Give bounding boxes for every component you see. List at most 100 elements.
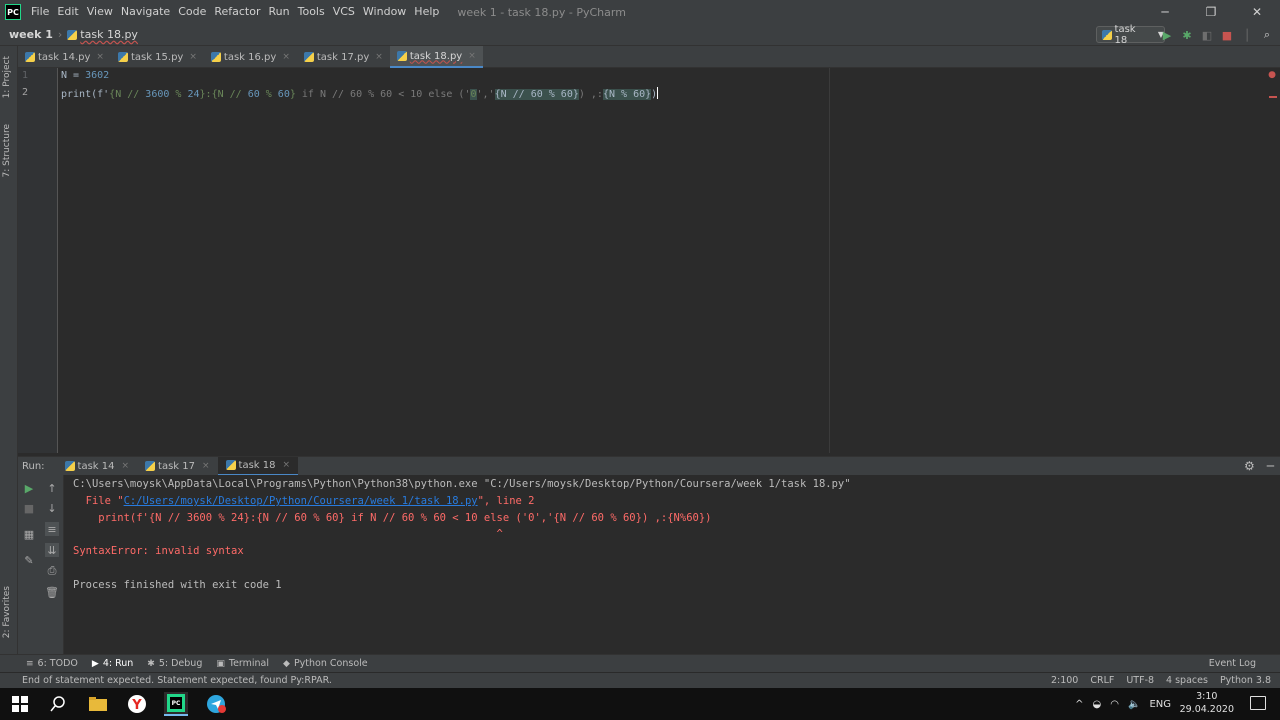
pycharm-logo-icon[interactable]: PC bbox=[5, 4, 21, 20]
windows-start-icon[interactable] bbox=[8, 692, 32, 716]
scroll-up-icon[interactable]: ↑ bbox=[45, 481, 59, 495]
run-tab-task-17[interactable]: task 17 × bbox=[137, 457, 218, 476]
status-message: End of statement expected. Statement exp… bbox=[22, 675, 332, 686]
clock[interactable]: 3:10 29.04.2020 bbox=[1180, 690, 1234, 716]
tab-task-18[interactable]: task 18.py × bbox=[389, 46, 483, 68]
search-icon[interactable] bbox=[46, 692, 70, 716]
menu-vcs[interactable]: VCS bbox=[329, 0, 359, 24]
close-tab-icon[interactable]: × bbox=[282, 52, 290, 62]
python-file-icon bbox=[396, 51, 407, 61]
menu-run[interactable]: Run bbox=[265, 0, 294, 24]
python-config-icon bbox=[1102, 29, 1112, 40]
rerun-icon[interactable]: ▶ bbox=[22, 481, 36, 495]
console-exit-message: Process finished with exit code 1 bbox=[73, 579, 282, 591]
debug-icon[interactable]: ✱ bbox=[1180, 28, 1194, 42]
file-encoding[interactable]: UTF-8 bbox=[1126, 675, 1154, 686]
run-panel-header: Run: task 14 × task 17 × task 18 × ⚙ ─ bbox=[18, 456, 1280, 476]
python-file-icon bbox=[210, 52, 221, 62]
menu-refactor[interactable]: Refactor bbox=[210, 0, 264, 24]
run-configuration-select[interactable]: task 18 ▼ bbox=[1096, 24, 1165, 46]
structure-tool-button[interactable]: 7: Structure bbox=[2, 124, 12, 178]
search-icon[interactable]: ⌕ bbox=[1260, 28, 1274, 42]
pycharm-taskbar-icon[interactable]: PC bbox=[164, 692, 188, 716]
console-file-link[interactable]: C:/Users/moysk/Desktop/Python/Coursera/w… bbox=[124, 495, 478, 507]
scroll-to-end-icon[interactable]: ⇊ bbox=[45, 543, 59, 557]
menu-view[interactable]: View bbox=[83, 0, 117, 24]
menu-edit[interactable]: Edit bbox=[53, 0, 82, 24]
layout-icon[interactable]: ▦ bbox=[22, 527, 36, 541]
code-editor[interactable]: N = 3602 print(f'{N // 3600 % 24}:{N // … bbox=[59, 68, 1280, 453]
run-tab-label: task 18 bbox=[238, 459, 276, 471]
stop-icon[interactable]: ■ bbox=[22, 501, 36, 515]
favorites-tool-button[interactable]: 2: Favorites bbox=[2, 586, 12, 638]
clock-date: 29.04.2020 bbox=[1179, 704, 1234, 715]
tab-label: task 18.py bbox=[409, 50, 463, 62]
tab-task-16[interactable]: task 16.py × bbox=[204, 46, 297, 68]
telegram-icon[interactable] bbox=[204, 692, 228, 716]
interpreter-selector[interactable]: Python 3.8 bbox=[1220, 675, 1271, 686]
menu-code[interactable]: Code bbox=[174, 0, 210, 24]
close-tab-icon[interactable]: × bbox=[468, 51, 476, 61]
window-controls: ─ ❐ ✕ bbox=[1142, 0, 1280, 24]
tool-tab-debug[interactable]: ✱ 5: Debug bbox=[147, 658, 202, 669]
error-indicator-icon[interactable]: ● bbox=[1268, 70, 1276, 80]
tab-task-14[interactable]: task 14.py × bbox=[18, 46, 111, 68]
restore-button[interactable]: ❐ bbox=[1188, 0, 1234, 24]
close-tab-icon[interactable]: × bbox=[283, 460, 291, 470]
tool-tab-todo[interactable]: ≡ 6: TODO bbox=[26, 658, 78, 669]
console-traceback-file: File "C:/Users/moysk/Desktop/Python/Cour… bbox=[73, 495, 535, 507]
scroll-down-icon[interactable]: ↓ bbox=[45, 501, 59, 515]
minimize-button[interactable]: ─ bbox=[1142, 0, 1188, 24]
menu-navigate[interactable]: Navigate bbox=[117, 0, 174, 24]
file-explorer-icon[interactable] bbox=[86, 692, 110, 716]
breadcrumb-file[interactable]: task 18.py bbox=[80, 28, 138, 41]
language-indicator[interactable]: ENG bbox=[1149, 699, 1171, 710]
menu-tools[interactable]: Tools bbox=[294, 0, 329, 24]
run-tab-task-18[interactable]: task 18 × bbox=[217, 456, 299, 476]
pin-icon[interactable]: ✎ bbox=[22, 553, 36, 567]
event-log-button[interactable]: Event Log bbox=[1209, 658, 1256, 669]
breadcrumb-project[interactable]: week 1 bbox=[9, 28, 53, 41]
notification-icon[interactable] bbox=[1250, 696, 1266, 710]
tool-tab-terminal[interactable]: ▣ Terminal bbox=[216, 658, 269, 669]
menu-window[interactable]: Window bbox=[359, 0, 410, 24]
line-number: 2 bbox=[22, 87, 29, 98]
code-token: 60 bbox=[277, 89, 290, 100]
run-icon[interactable]: ▶ bbox=[1160, 28, 1174, 42]
network-icon[interactable]: ◒ bbox=[1093, 699, 1102, 710]
close-tab-icon[interactable]: × bbox=[189, 52, 197, 62]
close-tab-icon[interactable]: × bbox=[122, 461, 130, 471]
gear-icon[interactable]: ⚙ bbox=[1244, 459, 1255, 473]
caret-position[interactable]: 2:100 bbox=[1051, 675, 1078, 686]
coverage-icon[interactable]: ◧ bbox=[1200, 28, 1214, 42]
close-tab-icon[interactable]: × bbox=[96, 52, 104, 62]
line-separator[interactable]: CRLF bbox=[1090, 675, 1114, 686]
tab-task-15[interactable]: task 15.py × bbox=[111, 46, 204, 68]
yandex-browser-icon[interactable]: Y bbox=[125, 692, 149, 716]
close-tab-icon[interactable]: × bbox=[202, 461, 210, 471]
code-token: % bbox=[169, 89, 188, 100]
minimize-panel-icon[interactable]: ─ bbox=[1267, 459, 1274, 473]
soft-wrap-icon[interactable]: ≡ bbox=[45, 522, 59, 536]
tray-expand-icon[interactable]: ^ bbox=[1075, 699, 1083, 710]
error-stripe-marker[interactable] bbox=[1269, 96, 1277, 98]
close-window-button[interactable]: ✕ bbox=[1234, 0, 1280, 24]
tool-tab-run[interactable]: ▶ 4: Run bbox=[92, 658, 133, 669]
tab-task-17[interactable]: task 17.py × bbox=[297, 46, 390, 68]
code-token: 3602 bbox=[85, 70, 110, 81]
indent-setting[interactable]: 4 spaces bbox=[1166, 675, 1208, 686]
stop-icon[interactable]: ■ bbox=[1220, 28, 1234, 42]
menu-file[interactable]: File bbox=[27, 0, 53, 24]
close-tab-icon[interactable]: × bbox=[375, 52, 383, 62]
code-token: {N // bbox=[211, 89, 248, 100]
run-tab-task-14[interactable]: task 14 × bbox=[57, 457, 138, 476]
run-console[interactable]: C:\Users\moysk\AppData\Local\Programs\Py… bbox=[64, 475, 1280, 654]
wifi-icon[interactable]: ◠ bbox=[1110, 699, 1119, 710]
trash-icon[interactable]: 🗑 bbox=[45, 585, 59, 599]
volume-icon[interactable]: 🔈 bbox=[1128, 699, 1140, 710]
project-tool-button[interactable]: 1: Project bbox=[2, 56, 12, 98]
menu-help[interactable]: Help bbox=[410, 0, 443, 24]
tool-tab-label: 5: Debug bbox=[158, 658, 203, 669]
print-icon[interactable]: ⎙ bbox=[45, 564, 59, 578]
tool-tab-python-console[interactable]: ◆ Python Console bbox=[283, 658, 368, 669]
